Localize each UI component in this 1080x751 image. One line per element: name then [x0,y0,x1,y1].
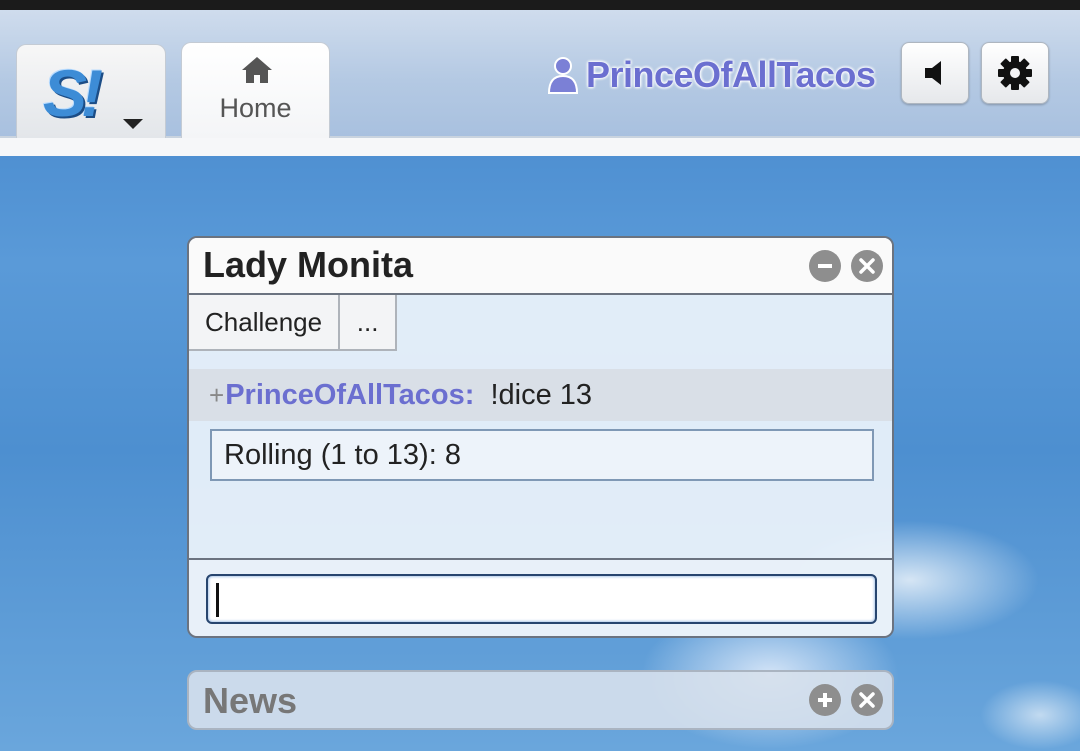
chat-title: Lady Monita [203,244,414,285]
tab-home[interactable]: Home [181,42,330,138]
tab-home-label: Home [219,93,292,123]
message-text: !dice 13 [490,378,593,411]
background-cloud [980,680,1080,750]
chat-window: Lady Monita Challenge ... + PrinceOfAllT… [187,236,894,638]
sound-button[interactable] [901,42,969,104]
speaker-icon [925,61,941,85]
chat-action-row: Challenge ... [189,295,398,351]
username[interactable]: PrinceOfAllTacos [586,54,876,96]
home-icon [242,57,272,83]
news-close-button[interactable] [851,684,883,716]
logo-menu-tab[interactable]: S! [16,44,166,138]
header-divider [0,136,1080,156]
user-profile[interactable]: PrinceOfAllTacos [546,50,876,100]
expand-button[interactable] [809,684,841,716]
text-cursor [216,583,219,617]
message-rank-prefix: + [209,379,225,410]
close-icon [859,258,875,274]
gear-icon [998,56,1032,90]
news-panel: News [187,670,894,730]
top-strip [0,0,1080,10]
settings-button[interactable] [981,42,1049,104]
minimize-button[interactable] [809,250,841,282]
minus-icon [818,264,832,268]
chat-title-bar[interactable]: Lady Monita [189,238,892,295]
dice-result: Rolling (1 to 13): 8 [210,429,874,481]
challenge-button[interactable]: Challenge [189,295,341,351]
chat-input-area [189,558,892,636]
plus-icon [818,693,832,707]
news-title: News [203,680,298,721]
close-button[interactable] [851,250,883,282]
user-icon [547,57,579,94]
caret-down-icon [123,119,143,129]
chat-message: + PrinceOfAllTacos: !dice 13 [189,369,892,421]
message-username[interactable]: PrinceOfAllTacos: [225,379,474,412]
close-icon [859,692,875,708]
chat-input[interactable] [206,574,877,624]
logo: S! [43,56,103,130]
more-options-button[interactable]: ... [340,295,398,351]
